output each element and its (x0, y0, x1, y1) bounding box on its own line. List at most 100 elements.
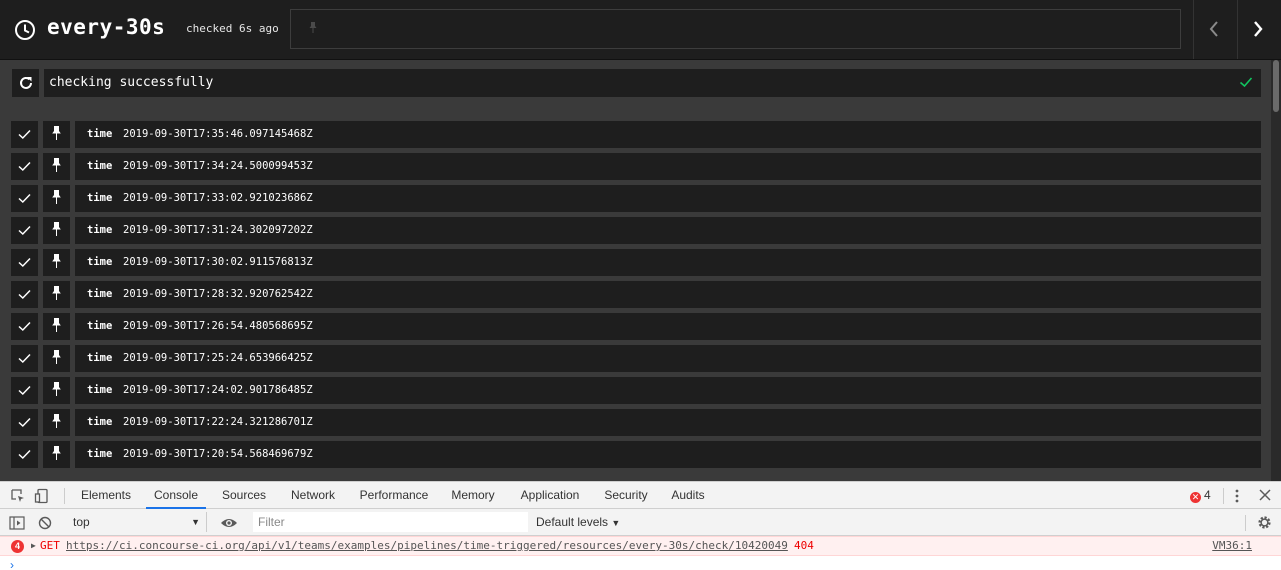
version-key: time (87, 352, 113, 364)
pin-comment-bar[interactable] (290, 9, 1181, 49)
console-settings-gear-icon[interactable] (1257, 515, 1272, 530)
pin-icon (52, 126, 61, 140)
version-row[interactable]: time 2019-09-30T17:35:46.097145468Z (11, 121, 1261, 148)
version-row[interactable]: time 2019-09-30T17:30:02.911576813Z (11, 249, 1261, 276)
close-devtools-icon[interactable] (1258, 488, 1272, 502)
check-status-text: checking successfully (49, 75, 214, 90)
checkmark-icon (1239, 77, 1253, 88)
next-page-button[interactable] (1237, 0, 1281, 59)
version-details[interactable]: time 2019-09-30T17:24:02.901786485Z (75, 377, 1261, 404)
version-row[interactable]: time 2019-09-30T17:28:32.920762542Z (11, 281, 1261, 308)
tab-application[interactable]: Application (510, 482, 590, 509)
previous-page-button[interactable] (1193, 0, 1237, 59)
version-key: time (87, 288, 113, 300)
check-now-button[interactable] (12, 69, 39, 97)
resource-title: every-30s (47, 15, 166, 39)
pin-version-button[interactable] (43, 313, 70, 340)
console-error-message[interactable]: 4 ▶ GET https://ci.concourse-ci.org/api/… (0, 536, 1281, 556)
version-value: 2019-09-30T17:24:02.901786485Z (123, 384, 313, 396)
pin-version-button[interactable] (43, 121, 70, 148)
request-url-link[interactable]: https://ci.concourse-ci.org/api/v1/teams… (66, 537, 788, 555)
source-location-link[interactable]: VM36:1 (1212, 537, 1252, 555)
pin-version-button[interactable] (43, 345, 70, 372)
show-sidebar-icon[interactable] (9, 516, 25, 530)
pin-version-button[interactable] (43, 217, 70, 244)
pin-version-button[interactable] (43, 249, 70, 276)
version-enabled-checkbox[interactable] (11, 345, 38, 372)
version-row[interactable]: time 2019-09-30T17:31:24.302097202Z (11, 217, 1261, 244)
checkmark-icon (18, 129, 31, 140)
version-value: 2019-09-30T17:34:24.500099453Z (123, 160, 313, 172)
pin-version-button[interactable] (43, 441, 70, 468)
pin-version-button[interactable] (43, 185, 70, 212)
version-details[interactable]: time 2019-09-30T17:28:32.920762542Z (75, 281, 1261, 308)
tab-memory[interactable]: Memory (444, 482, 502, 509)
version-key: time (87, 192, 113, 204)
more-options-icon[interactable] (1230, 488, 1244, 504)
tab-audits[interactable]: Audits (661, 482, 715, 509)
version-enabled-checkbox[interactable] (11, 249, 38, 276)
error-counter[interactable]: ✕ 4 (1190, 488, 1211, 503)
tab-console[interactable]: Console (146, 482, 206, 509)
console-prompt[interactable]: › (10, 558, 14, 570)
clear-console-icon[interactable] (38, 516, 52, 530)
version-enabled-checkbox[interactable] (11, 409, 38, 436)
version-details[interactable]: time 2019-09-30T17:25:24.653966425Z (75, 345, 1261, 372)
scrollbar[interactable] (1271, 60, 1281, 481)
version-row[interactable]: time 2019-09-30T17:33:02.921023686Z (11, 185, 1261, 212)
pin-version-button[interactable] (43, 153, 70, 180)
checkmark-icon (18, 385, 31, 396)
version-row[interactable]: time 2019-09-30T17:34:24.500099453Z (11, 153, 1261, 180)
tab-sources[interactable]: Sources (214, 482, 274, 509)
console-filter-input[interactable] (253, 512, 528, 532)
live-expression-eye-icon[interactable] (220, 516, 238, 530)
version-details[interactable]: time 2019-09-30T17:33:02.921023686Z (75, 185, 1261, 212)
version-row[interactable]: time 2019-09-30T17:26:54.480568695Z (11, 313, 1261, 340)
version-key: time (87, 160, 113, 172)
version-details[interactable]: time 2019-09-30T17:26:54.480568695Z (75, 313, 1261, 340)
version-key: time (87, 384, 113, 396)
log-levels-dropdown[interactable]: Default levels ▼ (536, 515, 620, 529)
error-repeat-count: 4 (11, 540, 24, 553)
tab-network[interactable]: Network (282, 482, 344, 509)
version-enabled-checkbox[interactable] (11, 281, 38, 308)
tab-performance[interactable]: Performance (351, 482, 437, 509)
pin-icon (52, 350, 61, 364)
pin-version-button[interactable] (43, 281, 70, 308)
tab-security[interactable]: Security (595, 482, 657, 509)
error-count: 4 (1204, 488, 1211, 502)
version-row[interactable]: time 2019-09-30T17:22:24.321286701Z (11, 409, 1261, 436)
version-details[interactable]: time 2019-09-30T17:22:24.321286701Z (75, 409, 1261, 436)
inspect-element-icon[interactable] (10, 488, 26, 504)
version-value: 2019-09-30T17:20:54.568469679Z (123, 448, 313, 460)
pin-version-button[interactable] (43, 377, 70, 404)
version-row[interactable]: time 2019-09-30T17:25:24.653966425Z (11, 345, 1261, 372)
pin-icon (52, 190, 61, 204)
pin-version-button[interactable] (43, 409, 70, 436)
version-row[interactable]: time 2019-09-30T17:20:54.568469679Z (11, 441, 1261, 468)
version-enabled-checkbox[interactable] (11, 441, 38, 468)
version-enabled-checkbox[interactable] (11, 377, 38, 404)
pin-icon (52, 222, 61, 236)
version-details[interactable]: time 2019-09-30T17:31:24.302097202Z (75, 217, 1261, 244)
version-enabled-checkbox[interactable] (11, 121, 38, 148)
version-value: 2019-09-30T17:26:54.480568695Z (123, 320, 313, 332)
tab-elements[interactable]: Elements (70, 482, 142, 509)
toolbar-divider (1245, 515, 1246, 531)
version-details[interactable]: time 2019-09-30T17:35:46.097145468Z (75, 121, 1261, 148)
version-enabled-checkbox[interactable] (11, 153, 38, 180)
version-details[interactable]: time 2019-09-30T17:30:02.911576813Z (75, 249, 1261, 276)
version-value: 2019-09-30T17:28:32.920762542Z (123, 288, 313, 300)
version-row[interactable]: time 2019-09-30T17:24:02.901786485Z (11, 377, 1261, 404)
version-details[interactable]: time 2019-09-30T17:20:54.568469679Z (75, 441, 1261, 468)
pin-icon (52, 254, 61, 268)
scrollbar-thumb[interactable] (1273, 60, 1279, 112)
expand-triangle-icon[interactable]: ▶ (31, 537, 36, 555)
version-enabled-checkbox[interactable] (11, 185, 38, 212)
version-details[interactable]: time 2019-09-30T17:34:24.500099453Z (75, 153, 1261, 180)
device-toolbar-icon[interactable] (34, 488, 50, 504)
console-toolbar: top ▼ Default levels ▼ (0, 509, 1281, 536)
version-enabled-checkbox[interactable] (11, 217, 38, 244)
version-enabled-checkbox[interactable] (11, 313, 38, 340)
context-selector[interactable]: top ▼ (67, 512, 207, 532)
